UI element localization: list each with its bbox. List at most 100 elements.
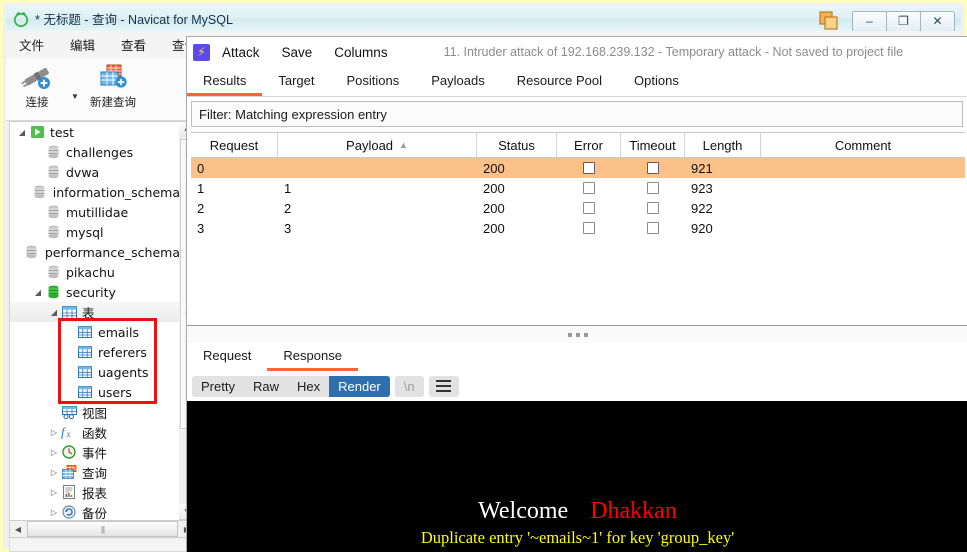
timeout-checkbox[interactable]	[647, 202, 659, 214]
tree-item-challenges[interactable]: challenges	[10, 142, 180, 162]
cell-payload	[278, 158, 477, 178]
chevron-collapsed-icon[interactable]: ▷	[48, 448, 60, 457]
menu-edit[interactable]: 编辑	[57, 31, 108, 58]
cell-timeout	[621, 158, 685, 178]
error-checkbox[interactable]	[583, 202, 595, 214]
tree-item-test[interactable]: ◢ test	[10, 122, 180, 142]
error-checkbox[interactable]	[583, 182, 595, 194]
tree-item-users[interactable]: users	[10, 382, 180, 402]
hamburger-menu-icon[interactable]	[428, 375, 459, 397]
tree-item--[interactable]: ▷ 查询	[10, 462, 180, 482]
tree-item--[interactable]: ▷ 事件	[10, 442, 180, 462]
tab-positions[interactable]: Positions	[331, 68, 416, 96]
navicat-title-bar: * 无标题 - 查询 - Navicat for MySQL – ❐ ✕	[6, 6, 961, 32]
results-table-header: Request Payload ▲ Status Error Timeout L…	[191, 132, 965, 158]
menu-view[interactable]: 查看	[108, 31, 159, 58]
tree-item-mutillidae[interactable]: mutillidae	[10, 202, 180, 222]
timeout-checkbox[interactable]	[647, 162, 659, 174]
connection-dropdown-caret-icon[interactable]: ▼	[68, 92, 82, 101]
table-row[interactable]: 2 2 200 922	[191, 198, 965, 218]
error-checkbox[interactable]	[583, 222, 595, 234]
error-checkbox[interactable]	[583, 162, 595, 174]
restore-overlay-icon[interactable]	[817, 10, 843, 32]
tree-horizontal-scrollbar[interactable]: ◀ ||| ▶	[9, 520, 196, 538]
cell-request: 1	[197, 180, 205, 196]
cell-payload: 1	[284, 180, 292, 196]
view-mode-hex[interactable]: Hex	[288, 376, 329, 397]
tab-request[interactable]: Request	[187, 343, 267, 371]
menu-file[interactable]: 文件	[6, 31, 57, 58]
tree-item--[interactable]: 视图	[10, 402, 180, 422]
timeout-checkbox[interactable]	[647, 222, 659, 234]
cell-length: 921	[691, 160, 713, 176]
render-heading: Welcome Dhakkan	[187, 498, 967, 525]
column-header-payload[interactable]: Payload ▲	[278, 133, 477, 157]
burp-suite-bolt-icon: ⚡	[193, 43, 210, 61]
close-button[interactable]: ✕	[920, 10, 955, 32]
database-icon	[31, 185, 49, 199]
tab-resource-pool[interactable]: Resource Pool	[501, 68, 618, 96]
h-scroll-thumb[interactable]: |||	[27, 521, 178, 537]
chevron-expanded-icon[interactable]: ◢	[32, 288, 44, 297]
tab-results[interactable]: Results	[187, 68, 263, 96]
tree-item--[interactable]: ▷ f x 函数	[10, 422, 180, 442]
table-row[interactable]: 3 3 200 920	[191, 218, 965, 238]
tab-options[interactable]: Options	[618, 68, 695, 96]
column-header-timeout[interactable]: Timeout	[621, 133, 685, 157]
tree-item-uagents[interactable]: uagents	[10, 362, 180, 382]
minimize-button[interactable]: –	[852, 10, 887, 32]
tab-payloads[interactable]: Payloads	[415, 68, 500, 96]
attack-menu[interactable]: Attack	[222, 45, 260, 60]
tree-item-emails[interactable]: emails	[10, 322, 180, 342]
view-mode-pretty[interactable]: Pretty	[192, 376, 244, 397]
cell-length: 923	[691, 180, 713, 196]
new-connection-icon	[20, 62, 54, 92]
tree-item--[interactable]: ◢ 表	[10, 302, 180, 322]
view-mode-segmented-control: Pretty Raw Hex Render	[192, 375, 390, 397]
new-query-button[interactable]: 新建查询	[82, 58, 144, 110]
cell-timeout	[621, 198, 685, 218]
column-header-length[interactable]: Length	[685, 133, 761, 157]
tree-item--[interactable]: ▷ 备份	[10, 502, 180, 521]
queries-icon	[60, 465, 78, 479]
timeout-checkbox[interactable]	[647, 182, 659, 194]
column-header-comment[interactable]: Comment	[761, 133, 965, 157]
database-tree[interactable]: ◢ test challenges dvwa information_schema mut…	[9, 121, 180, 522]
tree-item-security[interactable]: ◢ security	[10, 282, 180, 302]
column-header-request[interactable]: Request	[191, 133, 278, 157]
tab-target[interactable]: Target	[262, 68, 330, 96]
table-row[interactable]: 0 200 921	[191, 158, 965, 178]
tab-response[interactable]: Response	[267, 343, 358, 371]
column-header-error[interactable]: Error	[557, 133, 621, 157]
tree-item-performance_schema[interactable]: performance_schema	[10, 242, 180, 262]
chevron-collapsed-icon[interactable]: ▷	[48, 428, 60, 437]
tree-item-dvwa[interactable]: dvwa	[10, 162, 180, 182]
view-mode-render[interactable]: Render	[329, 375, 390, 397]
new-connection-button[interactable]: 连接	[6, 58, 68, 110]
save-menu[interactable]: Save	[282, 45, 313, 60]
tree-item-referers[interactable]: referers	[10, 342, 180, 362]
newline-toggle-button[interactable]: \n	[394, 375, 424, 397]
cell-comment	[761, 218, 965, 238]
chevron-collapsed-icon[interactable]: ▷	[48, 488, 60, 497]
tree-item-information_schema[interactable]: information_schema	[10, 182, 180, 202]
tree-item-mysql[interactable]: mysql	[10, 222, 180, 242]
database-icon	[44, 265, 62, 279]
chevron-expanded-icon[interactable]: ◢	[16, 128, 28, 137]
cell-comment	[761, 198, 965, 218]
filter-bar[interactable]: Filter: Matching expression entry	[191, 101, 963, 127]
tree-item-pikachu[interactable]: pikachu	[10, 262, 180, 282]
chevron-collapsed-icon[interactable]: ▷	[48, 508, 60, 517]
view-mode-raw[interactable]: Raw	[244, 376, 288, 397]
columns-menu[interactable]: Columns	[334, 45, 387, 60]
panel-splitter[interactable]	[187, 325, 967, 344]
maximize-button[interactable]: ❐	[886, 10, 921, 32]
chevron-expanded-icon[interactable]: ◢	[48, 308, 60, 317]
tree-item--[interactable]: ▷ 报表	[10, 482, 180, 502]
tree-item-label: 视图	[82, 405, 108, 421]
burp-intruder-tabs: Results Target Positions Payloads Resour…	[187, 68, 967, 97]
chevron-collapsed-icon[interactable]: ▷	[48, 468, 60, 477]
scroll-left-arrow-icon[interactable]: ◀	[10, 521, 26, 537]
column-header-status[interactable]: Status	[477, 133, 557, 157]
table-row[interactable]: 1 1 200 923	[191, 178, 965, 198]
